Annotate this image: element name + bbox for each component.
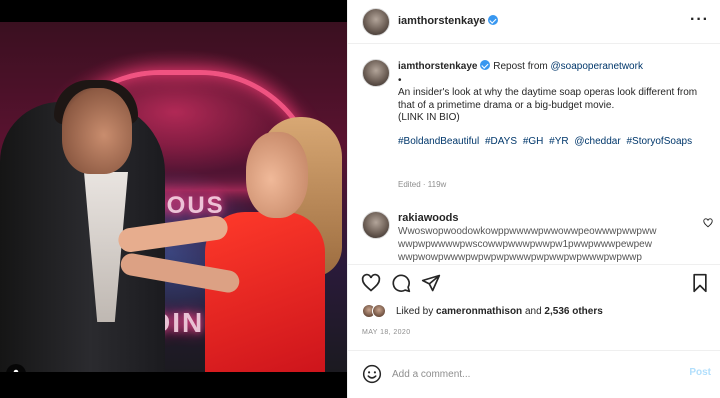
add-comment-input[interactable] bbox=[392, 365, 662, 383]
comment-text: wwpwowpwwwpwpwpwpwwwpwpwwpwpwwwpwpwwp bbox=[398, 252, 642, 263]
caption-link-note: (LINK IN BIO) bbox=[398, 112, 460, 123]
hashtag-link[interactable]: #StoryofSoaps bbox=[626, 136, 692, 147]
comment-text: Wwoswopwoodowkowppwwwwpwwowwpeowwwpwwpww bbox=[398, 226, 657, 237]
liker-username-link[interactable]: cameronmathison bbox=[436, 306, 522, 317]
likes-prefix: Liked by bbox=[396, 306, 434, 317]
man-face bbox=[62, 88, 132, 174]
woman-face bbox=[246, 132, 308, 218]
post-comment-button[interactable]: Post bbox=[689, 367, 711, 378]
add-comment-bar: Post bbox=[348, 350, 720, 398]
repost-prefix: Repost from bbox=[493, 61, 548, 72]
avatar[interactable] bbox=[362, 59, 390, 87]
post-actions-bar bbox=[348, 264, 720, 298]
post-photo[interactable]: FAMOUS DIN bbox=[0, 22, 347, 372]
post-media[interactable]: FAMOUS DIN bbox=[0, 0, 347, 398]
caption-hashtags: #BoldandBeautiful #DAYS #GH #YR @cheddar… bbox=[398, 136, 708, 149]
post-date[interactable]: MAY 18, 2020 bbox=[362, 329, 411, 336]
paper-plane-icon[interactable] bbox=[420, 272, 442, 294]
likes-middle: and bbox=[524, 306, 542, 317]
liker-avatar[interactable] bbox=[372, 304, 386, 318]
post-author-username[interactable]: iamthorstenkaye bbox=[398, 15, 499, 27]
comment-like-heart-icon[interactable] bbox=[703, 215, 713, 233]
verified-badge-icon bbox=[480, 60, 491, 70]
caption-username[interactable]: iamthorstenkaye bbox=[398, 60, 491, 72]
post-side-panel: iamthorstenkaye ··· iamthorstenkaye Repo… bbox=[347, 0, 720, 398]
hashtag-link[interactable]: #BoldandBeautiful bbox=[398, 136, 479, 147]
caption-body: iamthorstenkaye Repost from @soapoperane… bbox=[398, 60, 708, 148]
bookmark-icon[interactable] bbox=[689, 272, 711, 294]
more-options-icon[interactable]: ··· bbox=[690, 12, 709, 28]
avatar[interactable] bbox=[362, 211, 390, 239]
verified-badge-icon bbox=[488, 15, 499, 25]
comment-username[interactable]: rakiawoods bbox=[398, 212, 698, 225]
likes-count-link[interactable]: 2,536 others bbox=[544, 306, 602, 317]
hashtag-link[interactable]: #DAYS bbox=[485, 136, 517, 147]
caption-text: An insider's look at why the daytime soa… bbox=[398, 87, 698, 111]
comments-section: iamthorstenkaye Repost from @soapoperane… bbox=[348, 45, 720, 263]
edited-timestamp: Edited · 119w bbox=[398, 180, 447, 189]
mention-link[interactable]: @cheddar bbox=[574, 136, 620, 147]
hashtag-link[interactable]: #YR bbox=[549, 136, 568, 147]
comment-bubble-icon[interactable] bbox=[390, 272, 412, 294]
comment-body: rakiawoods Wwoswopwoodowkowppwwwwpwwowwp… bbox=[398, 212, 698, 263]
likes-text: Liked by cameronmathison and 2,536 other… bbox=[396, 306, 603, 317]
comment-text: wwpwpwwwwpwscowwpwwwpwwpw1pwwpwwwpewpew bbox=[398, 239, 652, 250]
avatar[interactable] bbox=[362, 8, 390, 36]
repost-mention-link[interactable]: @soapoperanetwork bbox=[551, 61, 643, 72]
hashtag-link[interactable]: #GH bbox=[523, 136, 544, 147]
post-header: iamthorstenkaye ··· bbox=[348, 0, 720, 44]
heart-icon[interactable] bbox=[360, 272, 382, 294]
smiley-icon[interactable] bbox=[362, 364, 382, 389]
caption-separator: • bbox=[398, 74, 402, 86]
